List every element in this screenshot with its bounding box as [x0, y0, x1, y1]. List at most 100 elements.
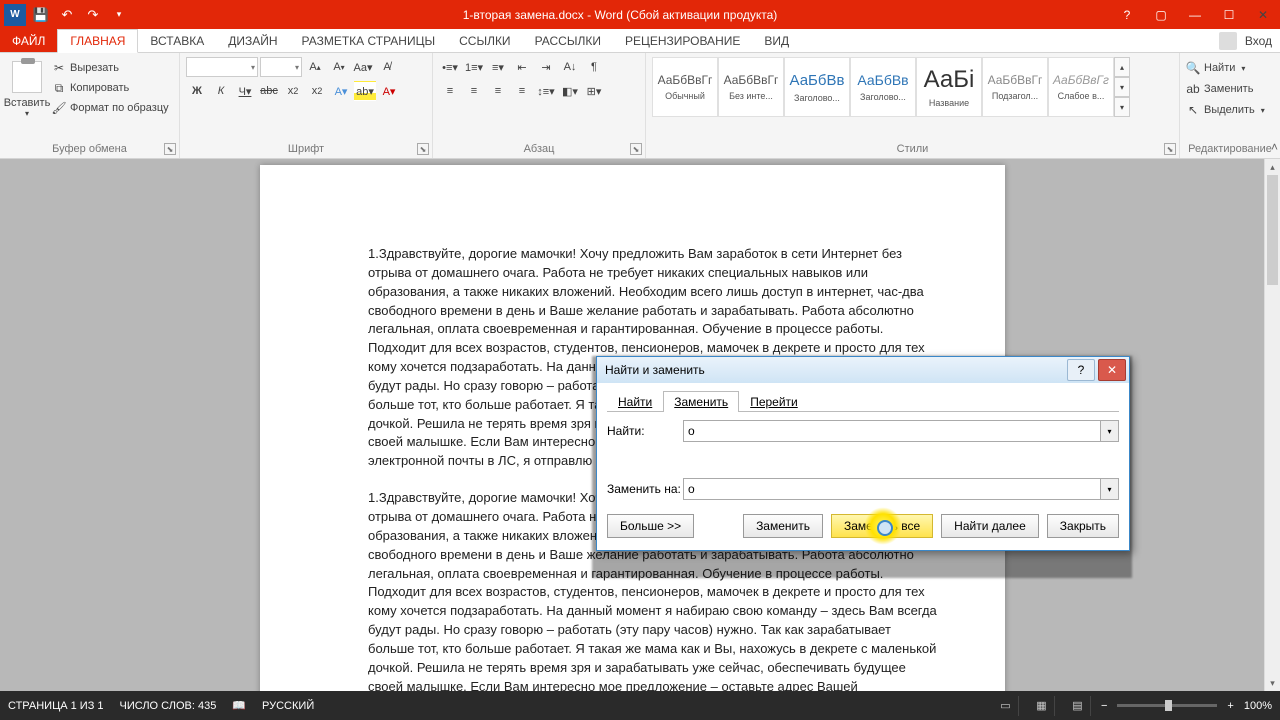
bullets-button[interactable]: •≡▾ — [439, 57, 461, 77]
dialog-tab-find[interactable]: Найти — [607, 391, 663, 412]
replace-button[interactable]: abЗаменить — [1186, 80, 1274, 98]
style-heading1[interactable]: АаБбВвЗаголово... — [784, 57, 850, 117]
tab-file[interactable]: ФАЙЛ — [0, 29, 57, 52]
more-button[interactable]: Больше >> — [607, 514, 694, 538]
select-button[interactable]: ↖Выделить▾ — [1186, 101, 1274, 119]
font-color-button[interactable]: A▾ — [378, 81, 400, 101]
status-words[interactable]: ЧИСЛО СЛОВ: 435 — [120, 700, 217, 712]
tab-view[interactable]: ВИД — [752, 29, 801, 52]
status-proofing-icon[interactable]: 📖 — [232, 699, 246, 712]
scroll-up-icon[interactable]: ▴ — [1265, 159, 1280, 175]
font-name-combo[interactable]: ▾ — [186, 57, 258, 77]
grow-font-button[interactable]: A▴ — [304, 57, 326, 77]
dialog-close-icon[interactable]: ✕ — [1098, 359, 1126, 381]
qat-customize-icon[interactable]: ▾ — [108, 4, 130, 26]
style-normal[interactable]: АаБбВвГгОбычный — [652, 57, 718, 117]
replace-input[interactable] — [683, 478, 1101, 500]
status-page[interactable]: СТРАНИЦА 1 ИЗ 1 — [8, 700, 104, 712]
save-icon[interactable]: 💾 — [30, 4, 52, 26]
undo-icon[interactable]: ↶ — [56, 4, 78, 26]
highlight-button[interactable]: ab▾ — [354, 81, 376, 101]
find-button[interactable]: 🔍Найти▾ — [1186, 59, 1274, 77]
show-marks-button[interactable]: ¶ — [583, 57, 605, 77]
login-link[interactable]: Вход — [1245, 34, 1272, 48]
shading-button[interactable]: ◧▾ — [559, 81, 581, 101]
dialog-help-icon[interactable]: ? — [1067, 359, 1095, 381]
zoom-slider[interactable] — [1117, 704, 1217, 707]
styles-scroll-up[interactable]: ▴ — [1114, 57, 1130, 77]
tab-insert[interactable]: ВСТАВКА — [138, 29, 216, 52]
shrink-font-button[interactable]: A▾ — [328, 57, 350, 77]
change-case-button[interactable]: Aa▾ — [352, 57, 374, 77]
status-language[interactable]: РУССКИЙ — [262, 700, 314, 712]
maximize-icon[interactable]: ☐ — [1212, 0, 1246, 29]
style-heading2[interactable]: АаБбВвЗаголово... — [850, 57, 916, 117]
find-history-dropdown[interactable]: ▾ — [1101, 420, 1119, 442]
increase-indent-button[interactable]: ⇥ — [535, 57, 557, 77]
clear-formatting-button[interactable]: A̸ — [376, 57, 398, 77]
paste-button[interactable]: Вставить ▾ — [6, 57, 48, 118]
copy-button[interactable]: ⧉Копировать — [52, 79, 169, 97]
clipboard-launcher-icon[interactable]: ⬊ — [164, 143, 176, 155]
zoom-level[interactable]: 100% — [1244, 700, 1272, 712]
underline-button[interactable]: Ч▾ — [234, 81, 256, 101]
print-layout-icon[interactable]: ▦ — [1029, 696, 1055, 716]
subscript-button[interactable]: x2 — [282, 81, 304, 101]
tab-mailings[interactable]: РАССЫЛКИ — [523, 29, 613, 52]
tab-page-layout[interactable]: РАЗМЕТКА СТРАНИЦЫ — [290, 29, 448, 52]
style-subtle-emphasis[interactable]: АаБбВвГгСлабое в... — [1048, 57, 1114, 117]
font-launcher-icon[interactable]: ⬊ — [417, 143, 429, 155]
sort-button[interactable]: A↓ — [559, 57, 581, 77]
align-right-button[interactable]: ≡ — [487, 81, 509, 101]
styles-scroll-down[interactable]: ▾ — [1114, 77, 1130, 97]
style-title[interactable]: АаБіНазвание — [916, 57, 982, 117]
paragraph-launcher-icon[interactable]: ⬊ — [630, 143, 642, 155]
decrease-indent-button[interactable]: ⇤ — [511, 57, 533, 77]
styles-expand[interactable]: ▾ — [1114, 97, 1130, 117]
cut-button[interactable]: ✂Вырезать — [52, 59, 169, 77]
ribbon-options-icon[interactable]: ▢ — [1144, 0, 1178, 29]
text-effects-button[interactable]: A▾ — [330, 81, 352, 101]
collapse-ribbon-icon[interactable]: ˄ — [1271, 140, 1278, 154]
scroll-down-icon[interactable]: ▾ — [1265, 675, 1280, 691]
line-spacing-button[interactable]: ↕≡▾ — [535, 81, 557, 101]
style-no-spacing[interactable]: АаБбВвГгБез инте... — [718, 57, 784, 117]
align-left-button[interactable]: ≡ — [439, 81, 461, 101]
replace-all-button[interactable]: Заменить все — [831, 514, 933, 538]
zoom-in-button[interactable]: + — [1227, 700, 1233, 712]
styles-launcher-icon[interactable]: ⬊ — [1164, 143, 1176, 155]
font-size-combo[interactable]: ▾ — [260, 57, 302, 77]
web-layout-icon[interactable]: ▤ — [1065, 696, 1091, 716]
justify-button[interactable]: ≡ — [511, 81, 533, 101]
format-painter-button[interactable]: 🖌Формат по образцу — [52, 99, 169, 117]
bold-button[interactable]: Ж — [186, 81, 208, 101]
minimize-icon[interactable]: — — [1178, 0, 1212, 29]
find-next-button[interactable]: Найти далее — [941, 514, 1039, 538]
find-input[interactable] — [683, 420, 1101, 442]
tab-design[interactable]: ДИЗАЙН — [216, 29, 289, 52]
scroll-thumb[interactable] — [1267, 175, 1278, 285]
zoom-out-button[interactable]: − — [1101, 700, 1107, 712]
multilevel-button[interactable]: ≡▾ — [487, 57, 509, 77]
align-center-button[interactable]: ≡ — [463, 81, 485, 101]
borders-button[interactable]: ⊞▾ — [583, 81, 605, 101]
dialog-tab-goto[interactable]: Перейти — [739, 391, 809, 412]
italic-button[interactable]: К — [210, 81, 232, 101]
tab-references[interactable]: ССЫЛКИ — [447, 29, 522, 52]
numbering-button[interactable]: 1≡▾ — [463, 57, 485, 77]
style-subtitle[interactable]: АаБбВвГгПодзагол... — [982, 57, 1048, 117]
vertical-scrollbar[interactable]: ▴ ▾ — [1264, 159, 1280, 691]
read-mode-icon[interactable]: ▭ — [993, 696, 1019, 716]
redo-icon[interactable]: ↷ — [82, 4, 104, 26]
tab-review[interactable]: РЕЦЕНЗИРОВАНИЕ — [613, 29, 752, 52]
replace-one-button[interactable]: Заменить — [743, 514, 823, 538]
dialog-title-bar[interactable]: Найти и заменить ? ✕ — [597, 357, 1129, 383]
tab-home[interactable]: ГЛАВНАЯ — [57, 29, 138, 53]
close-dialog-button[interactable]: Закрыть — [1047, 514, 1119, 538]
replace-history-dropdown[interactable]: ▾ — [1101, 478, 1119, 500]
dialog-tab-replace[interactable]: Заменить — [663, 391, 739, 412]
superscript-button[interactable]: x2 — [306, 81, 328, 101]
strikethrough-button[interactable]: abc — [258, 81, 280, 101]
close-icon[interactable]: ✕ — [1246, 0, 1280, 29]
help-icon[interactable]: ? — [1110, 0, 1144, 29]
